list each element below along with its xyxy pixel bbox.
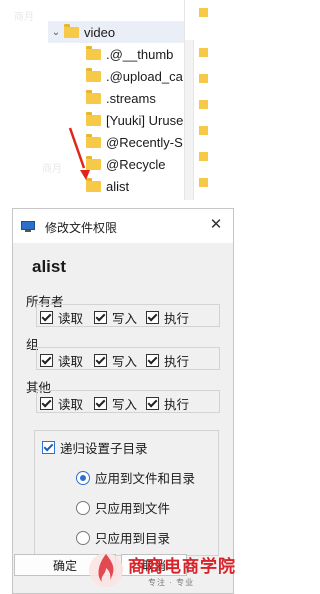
owner-read-checkbox[interactable]: 读取	[40, 308, 83, 327]
checkbox-checked-icon	[146, 354, 159, 367]
checkbox-label: 执行	[164, 355, 190, 369]
radio-selected-icon	[76, 470, 90, 485]
checkbox-label: 执行	[164, 398, 190, 412]
brand-name: 商商电商学院	[128, 557, 236, 577]
checkbox-label: 执行	[164, 312, 190, 326]
item-name-heading: alist	[32, 257, 67, 276]
group-write-checkbox[interactable]: 写入	[94, 351, 137, 370]
close-button[interactable]: ✕	[207, 216, 225, 234]
checkbox-checked-icon	[94, 311, 107, 324]
checkbox-label: 读取	[58, 398, 84, 412]
checkbox-checked-icon	[40, 354, 53, 367]
recursive-checkbox[interactable]: 递归设置子目录	[42, 438, 148, 457]
permissions-dialog: 修改文件权限 ✕ alist 所有者 读取 写入 执行 组 读取 写入 执行 其…	[12, 208, 234, 594]
checkbox-checked-icon	[40, 311, 53, 324]
checkbox-label: 写入	[112, 355, 138, 369]
dialog-title: 修改文件权限	[45, 221, 118, 235]
radio-label: 只应用到目录	[95, 532, 171, 546]
others-exec-checkbox[interactable]: 执行	[146, 394, 189, 413]
recursive-options-frame: 递归设置子目录 应用到文件和目录 只应用到文件 只应用到目录	[34, 430, 219, 556]
apply-files-and-dirs-radio[interactable]: 应用到文件和目录	[76, 468, 195, 487]
dialog-titlebar[interactable]: 修改文件权限 ✕	[13, 209, 233, 243]
apply-dirs-only-radio[interactable]: 只应用到目录	[76, 528, 170, 547]
others-write-checkbox[interactable]: 写入	[94, 394, 137, 413]
checkbox-checked-icon	[94, 354, 107, 367]
checkbox-label: 读取	[58, 312, 84, 326]
others-read-checkbox[interactable]: 读取	[40, 394, 83, 413]
checkbox-label: 读取	[58, 355, 84, 369]
brand-tagline: 专注 · 专业	[148, 578, 195, 587]
apply-files-only-radio[interactable]: 只应用到文件	[76, 498, 170, 517]
radio-unselected-icon	[76, 530, 90, 545]
radio-unselected-icon	[76, 500, 90, 515]
checkbox-label: 写入	[112, 312, 138, 326]
checkbox-checked-icon	[146, 311, 159, 324]
checkbox-checked-icon	[94, 397, 107, 410]
checkbox-label: 递归设置子目录	[60, 442, 148, 456]
checkbox-checked-icon	[40, 397, 53, 410]
owner-write-checkbox[interactable]: 写入	[94, 308, 137, 327]
group-exec-checkbox[interactable]: 执行	[146, 351, 189, 370]
radio-label: 只应用到文件	[95, 502, 171, 516]
file-explorer-tree: 商月 商月 ⌄ video .@__thumb .@upload_ca .str…	[0, 0, 242, 200]
group-read-checkbox[interactable]: 读取	[40, 351, 83, 370]
brand-watermark-logo: 商商电商学院 专注 · 专业	[86, 546, 241, 592]
checkbox-label: 写入	[112, 398, 138, 412]
radio-label: 应用到文件和目录	[95, 472, 196, 486]
flame-logo-icon	[89, 553, 123, 587]
checkbox-checked-icon	[146, 397, 159, 410]
red-arrow-annotation	[68, 127, 90, 180]
owner-exec-checkbox[interactable]: 执行	[146, 308, 189, 327]
checkbox-checked-icon	[42, 441, 55, 454]
monitor-icon	[21, 221, 35, 232]
